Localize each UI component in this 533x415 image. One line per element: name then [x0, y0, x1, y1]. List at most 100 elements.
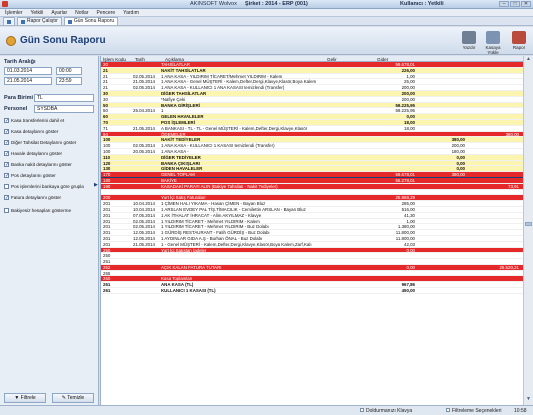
column-header-tarih[interactable]: Tarih [135, 57, 145, 62]
cell-gelir: 59.225,95 [395, 102, 415, 108]
option-pos-grupla[interactable]: Pos işlemlerini bankaya göre grupla [4, 184, 84, 189]
cell-aciklama: 1 - Genel MÜŞTERİ - Kalem,Defter,Dergi,K… [161, 241, 312, 247]
column-header-aciklama[interactable]: Açıklama [165, 57, 184, 62]
cell-extra: 380,00 [505, 131, 519, 137]
table-row[interactable]: 261 KULLANICI 1 KASASI (TL) 450,00 [101, 288, 523, 294]
cell-kod: 250 [103, 247, 111, 253]
cell-gelir: 226,00 [401, 67, 415, 73]
tab-rapor-calistir[interactable]: Rapor Çalıştır [17, 17, 62, 25]
cell-tarih: 21.05.2014 [133, 125, 155, 131]
checkbox-icon [4, 208, 9, 213]
maximize-icon[interactable]: □ [510, 1, 520, 7]
cell-gelir: 1.380,00 [397, 224, 415, 230]
dropdown-icon[interactable] [446, 408, 450, 412]
tab-gun-sonu-raporu[interactable]: Gün Sonu Raporu [63, 17, 119, 25]
option-fatura-detay[interactable]: ✓ Fatura detaylarını göster [4, 195, 61, 201]
cell-gelir: 1,00 [406, 73, 415, 79]
option-banka-nakit[interactable]: ✓ Banka nakit detaylarını göster [4, 162, 72, 168]
cell-tarih: 20.05.2014 [133, 148, 155, 154]
personnel-select[interactable]: SYSDBA [34, 105, 94, 113]
date-from-field[interactable]: 01.03.2014 [4, 67, 52, 75]
cell-aciklama: AÇIK KALAN FATURA TUTARI [161, 264, 222, 270]
cell-tarih: 02.05.2014 [133, 218, 155, 224]
tab-strip: Rapor Çalıştır Gün Sonu Raporu [0, 17, 533, 26]
option-pos-detay[interactable]: ✓ Pos detaylarını göster [4, 173, 56, 179]
column-header-gider[interactable]: Gider [377, 57, 388, 62]
clear-button-label: Temizle [67, 395, 85, 401]
option-label: Bakiyesiz hesapları gösterme [11, 208, 72, 213]
column-header-gelir[interactable]: Gelir [327, 57, 337, 62]
option-havale-detay[interactable]: ✓ Havale detaylarını göster [4, 151, 62, 157]
report-button[interactable]: Rapor [508, 31, 530, 50]
cell-gelir: 1,00 [406, 218, 415, 224]
status-mode: Doldurmanızı Klavya [366, 408, 413, 414]
cell-gider: 0,00 [456, 154, 465, 160]
option-bakiyesiz[interactable]: Bakiyesiz hesapları gösterme [4, 208, 71, 213]
close-icon[interactable]: ✕ [521, 1, 531, 7]
cell-aciklama: GENEL TOPLAM [161, 172, 195, 178]
minimize-icon[interactable]: – [499, 1, 509, 7]
cell-aciklama: 1 ANA KASA - [161, 148, 189, 154]
cell-gelir: 59.678,01 [395, 62, 415, 67]
time-from-field[interactable]: 00:00 [56, 67, 82, 75]
menu-islemler[interactable]: İşlemler [5, 10, 23, 16]
date-to-field[interactable]: 21.05.2014 [4, 77, 52, 85]
option-diger-tahsilat[interactable]: ✓ Diğer Tahsilat Detaylarını göster [4, 140, 76, 146]
cell-gelir: 18,00 [404, 125, 415, 131]
cell-kod: 251 [103, 259, 111, 265]
scroll-thumb[interactable] [525, 222, 532, 226]
filter-button[interactable]: ▼ Filtrele [4, 393, 46, 403]
status-bar: Doldurmanızı Klavya Filtreleme Seçenekle… [0, 405, 533, 415]
menu-notlar[interactable]: Notlar [75, 10, 88, 16]
cell-gelir: 42,03 [404, 241, 415, 247]
app-logo-icon [2, 1, 8, 7]
cell-kod: 21 [103, 67, 108, 73]
cell-tarih: 02.05.2014 [133, 73, 155, 79]
cell-kod: 201 [103, 241, 111, 247]
vertical-scrollbar[interactable]: ▲ ▼ [523, 56, 533, 405]
cell-kod: 100 [103, 143, 111, 149]
cell-kod: 180 [103, 177, 111, 183]
cell-gelir: 25.868,29 [395, 195, 415, 201]
cell-aciklama: 1 GÜRDİŞ RESTAURANT - Fatih GÜRDİŞ - Buz… [161, 230, 270, 236]
cell-tarih: 10.04.2014 [133, 206, 155, 212]
personnel-label: Personel [4, 106, 28, 112]
cell-kod: 201 [103, 224, 111, 230]
cell-aciklama: BAKİYE [161, 177, 177, 183]
cash-register-button[interactable]: Kasaya Yükle [482, 31, 504, 55]
menu-ayarlar[interactable]: Ayarlar [51, 10, 67, 16]
time-to-field[interactable]: 23:59 [56, 77, 82, 85]
cell-gider: 0,00 [456, 166, 465, 172]
cell-aciklama: ANA KASA (TL) [161, 282, 194, 288]
dropdown-icon[interactable] [360, 408, 364, 412]
cell-kod: 60 [103, 114, 108, 120]
cell-aciklama: 1 ANA KASA - YILDIRIM TİCARET/Mehmet YIL… [161, 73, 283, 79]
cell-aciklama: 1 AYDINLAR GIDA A.Ş - Burhan ÖNAL - Buz … [161, 235, 263, 241]
cell-aciklama: 1 AK İTHALAT İHRACAT - Alim AKYILMAZ - K… [161, 212, 262, 218]
cell-kod: 260 [103, 276, 111, 282]
option-label: Kasa transferlerini dahil et [11, 118, 65, 123]
title-bar: AKINSOFT Wolvox Şirket : 2014 - ERP (001… [0, 0, 533, 9]
menu-yardim[interactable]: Yardım [123, 10, 139, 16]
menu-pencere[interactable]: Pencere [97, 10, 116, 16]
home-icon [7, 19, 11, 24]
scroll-down-icon[interactable]: ▼ [525, 396, 532, 403]
currency-select[interactable]: TL [34, 94, 94, 102]
checkbox-icon [4, 184, 9, 189]
cell-kod: 252 [103, 264, 111, 270]
scroll-up-icon[interactable]: ▲ [525, 56, 532, 63]
cell-kod: 201 [103, 230, 111, 236]
report-label: Rapor [512, 45, 526, 50]
cell-gelir: 11.800,00 [395, 235, 415, 241]
column-header-kod[interactable]: İşlem Kodu [103, 57, 126, 62]
clear-button[interactable]: ✎ Temizle [52, 393, 94, 403]
option-label: Kasa detaylarını göster [11, 129, 59, 134]
print-button[interactable]: Yazdır [458, 31, 480, 50]
menu-yetkili[interactable]: Yetkili [31, 10, 44, 16]
option-kasa-transfer[interactable]: ✓ Kasa transferlerini dahil et [4, 118, 65, 124]
option-kasa-detay[interactable]: ✓ Kasa detaylarını göster [4, 129, 59, 135]
tab-hizli-ekran[interactable] [3, 17, 15, 25]
option-label: Banka nakit detaylarını göster [11, 162, 72, 167]
cell-aciklama: BANKA ÇIKIŞLARI [161, 160, 200, 166]
cell-aciklama: 1 ANA KASA - KULLANICI 1 KASASI temizlen… [161, 143, 275, 149]
